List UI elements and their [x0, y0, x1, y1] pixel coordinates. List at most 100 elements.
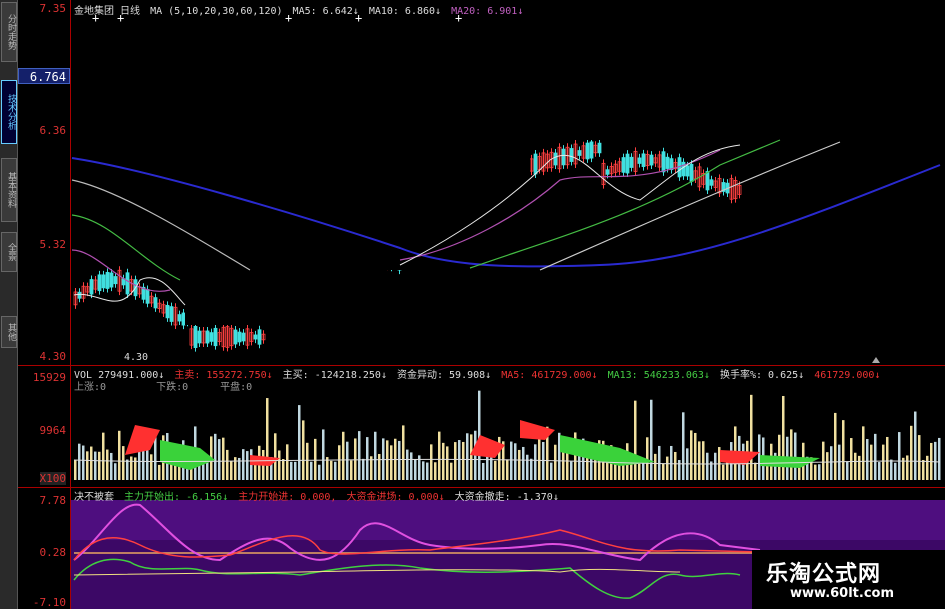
main-buy-value: 主买: -124218.250↓ [282, 370, 387, 381]
volume-bar [438, 431, 441, 480]
volume-bar [482, 462, 485, 480]
volume-bar [782, 395, 785, 480]
volume-bar [526, 454, 529, 480]
volume-bar [522, 446, 525, 480]
candle-body [125, 272, 130, 295]
volume-bar [298, 405, 301, 480]
big-funds-out: 大资金撤走: -1.370↓ [454, 492, 559, 503]
big-funds-in: 大资金进场: 0.000↓ [346, 492, 445, 503]
volume-bar [882, 444, 885, 480]
volume-bar [458, 440, 461, 480]
volume-bar [638, 463, 641, 480]
indicator-name: 决不被套 [74, 492, 114, 503]
volume-bar [390, 445, 393, 480]
candle-body [213, 327, 218, 347]
volume-bar [434, 462, 437, 480]
volume-bar [110, 452, 113, 480]
candle-body [597, 142, 602, 154]
volume-bar [214, 433, 217, 480]
candle-body [77, 291, 82, 299]
volume-bar [534, 444, 537, 480]
volume-bar [430, 444, 433, 480]
volume-bar [158, 464, 161, 480]
vol-extra-value: 461729.000↓ [814, 370, 881, 381]
down-count: 下跌:0 [156, 382, 189, 393]
volume-bar [374, 431, 377, 480]
volume-bar [378, 453, 381, 480]
candle-body [589, 141, 594, 159]
volume-bar [714, 452, 717, 480]
volume-bar [426, 462, 429, 480]
volume-bar [878, 462, 881, 480]
volume-bar [678, 460, 681, 480]
stock-name: 金地集团 日线 [74, 6, 141, 17]
volume-bar [894, 462, 897, 480]
candle-body [709, 179, 714, 186]
candle-body [109, 272, 114, 288]
flat-count: 平盘:0 [220, 382, 253, 393]
candle-body [621, 157, 626, 173]
candle-body [205, 330, 210, 344]
volume-bar [926, 455, 929, 480]
volume-bar [74, 460, 77, 480]
volume-bar [874, 433, 877, 480]
volume-bar [934, 441, 937, 480]
volume-bar [386, 440, 389, 480]
volume-bar [242, 449, 245, 480]
volume-bar [334, 461, 337, 480]
volume-bar [662, 463, 665, 480]
volume-bar [674, 451, 677, 480]
volume-bar [694, 432, 697, 480]
volume-bar [306, 442, 309, 480]
volume-bar [138, 447, 141, 480]
volume-bar [98, 451, 101, 480]
volume-bar [634, 400, 637, 480]
volume-bar [218, 439, 221, 480]
volume-bar [230, 461, 233, 480]
volume-bar [362, 458, 365, 480]
volume-bar [866, 439, 869, 480]
candle-body [165, 304, 170, 319]
candle-body [649, 154, 654, 166]
volume-bar [670, 445, 673, 480]
volume-bar [274, 433, 277, 480]
fund-move-value: 资金异动: 59.908↓ [397, 370, 492, 381]
candle-body [637, 157, 642, 164]
main-start-in: 主力开始进: 0.000, [238, 492, 337, 503]
watermark-url: www.60lt.com [790, 586, 895, 601]
volume-bar [542, 441, 545, 480]
volume-bar [922, 459, 925, 480]
volume-bar [826, 452, 829, 480]
ma30-line [71, 214, 181, 281]
volume-bar [870, 444, 873, 480]
volume-bar [282, 459, 285, 480]
volume-bar [530, 458, 533, 480]
volume-bar [338, 445, 341, 480]
volume-bar [254, 463, 257, 480]
candle-body [685, 165, 690, 177]
volume-bar [330, 460, 333, 480]
volume-bar [278, 450, 281, 480]
fund-inflow-fill-3 [520, 420, 555, 440]
volume-bar [226, 449, 229, 480]
chart-canvas[interactable]: + + + + + [0, 0, 945, 609]
volume-bar [842, 420, 845, 480]
volume-bar [90, 446, 93, 480]
volume-bar [358, 431, 361, 480]
volume-bar [910, 425, 913, 480]
ma60-line-right [539, 141, 841, 271]
ma-params: MA (5,10,20,30,60,120) [150, 6, 283, 17]
candle-body [705, 171, 710, 191]
scroll-marker [872, 357, 880, 363]
volume-bar [342, 431, 345, 480]
volume-bar [830, 446, 833, 480]
volume-bar [454, 442, 457, 480]
volume-bar [838, 444, 841, 480]
volume-bar [346, 441, 349, 480]
volume-bar [462, 441, 465, 480]
price-header: 金地集团 日线 MA (5,10,20,30,60,120) MA5: 6.64… [74, 2, 523, 17]
volume-bar [314, 438, 317, 480]
volume-bar [750, 394, 753, 480]
candle-body [181, 312, 186, 326]
candle-body [209, 332, 214, 342]
